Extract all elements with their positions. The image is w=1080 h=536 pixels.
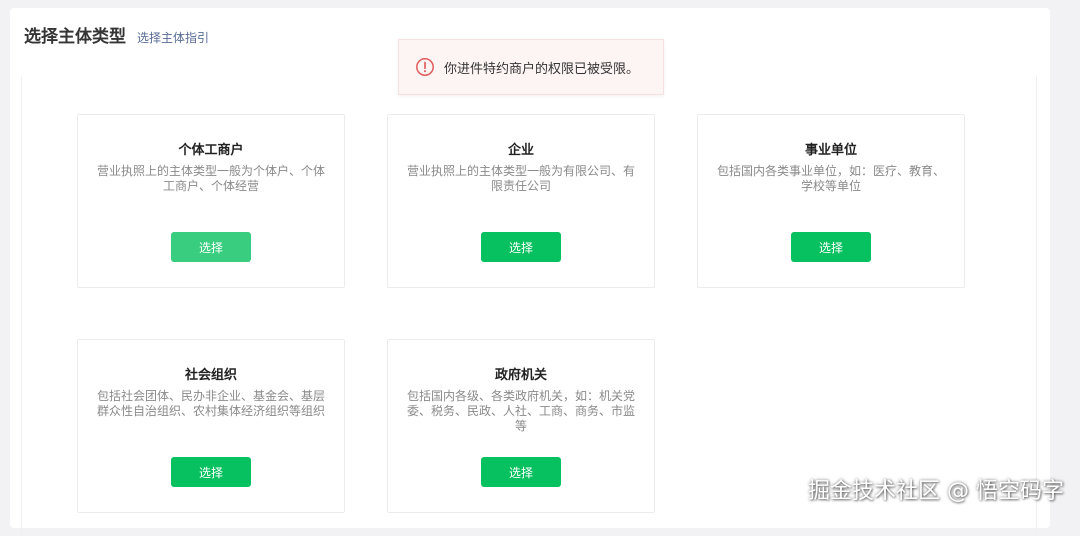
error-circle-icon xyxy=(415,57,435,77)
card-enterprise: 企业 营业执照上的主体类型一般为有限公司、有限责任公司 选择 xyxy=(387,114,655,288)
card-title: 社会组织 xyxy=(78,364,344,383)
card-description: 包括国内各级、各类政府机关，如：机关党委、税务、民政、人社、工商、商务、市监等 xyxy=(406,389,636,434)
select-government-agency-button[interactable]: 选择 xyxy=(481,457,561,487)
card-public-institution: 事业单位 包括国内各类事业单位，如：医疗、教育、学校等单位 选择 xyxy=(697,114,965,288)
page-title: 选择主体类型 xyxy=(24,22,126,47)
card-individual-business: 个体工商户 营业执照上的主体类型一般为个体户、个体工商户、个体经营 选择 xyxy=(77,114,345,288)
select-social-organization-button[interactable]: 选择 xyxy=(171,457,251,487)
card-title: 事业单位 xyxy=(698,139,964,158)
card-government-agency: 政府机关 包括国内各级、各类政府机关，如：机关党委、税务、民政、人社、工商、商务… xyxy=(387,339,655,513)
card-description: 包括社会团体、民办非企业、基金会、基层群众性自治组织、农村集体经济组织等组织 xyxy=(96,389,326,419)
card-description: 营业执照上的主体类型一般为有限公司、有限责任公司 xyxy=(406,164,636,194)
card-social-organization: 社会组织 包括社会团体、民办非企业、基金会、基层群众性自治组织、农村集体经济组织… xyxy=(77,339,345,513)
card-description: 营业执照上的主体类型一般为个体户、个体工商户、个体经营 xyxy=(96,164,326,194)
card-title: 企业 xyxy=(388,139,654,158)
select-individual-business-button[interactable]: 选择 xyxy=(171,232,251,262)
main-panel: 选择主体类型 选择主体指引 个体工商户 营业执照上的主体类型一般为个体户、个体工… xyxy=(10,8,1050,528)
page-header: 选择主体类型 选择主体指引 xyxy=(24,22,209,47)
toast-message: 你进件特约商户的权限已被受限。 xyxy=(444,58,639,77)
select-enterprise-button[interactable]: 选择 xyxy=(481,232,561,262)
card-description: 包括国内各类事业单位，如：医疗、教育、学校等单位 xyxy=(716,164,946,194)
card-title: 政府机关 xyxy=(388,364,654,383)
restriction-toast: 你进件特约商户的权限已被受限。 xyxy=(398,39,664,95)
watermark: 掘金技术社区 @ 悟空码字 xyxy=(808,473,1064,505)
select-public-institution-button[interactable]: 选择 xyxy=(791,232,871,262)
card-title: 个体工商户 xyxy=(78,139,344,158)
guide-link[interactable]: 选择主体指引 xyxy=(137,29,209,46)
content-area: 个体工商户 营业执照上的主体类型一般为个体户、个体工商户、个体经营 选择 企业 … xyxy=(21,76,1037,536)
